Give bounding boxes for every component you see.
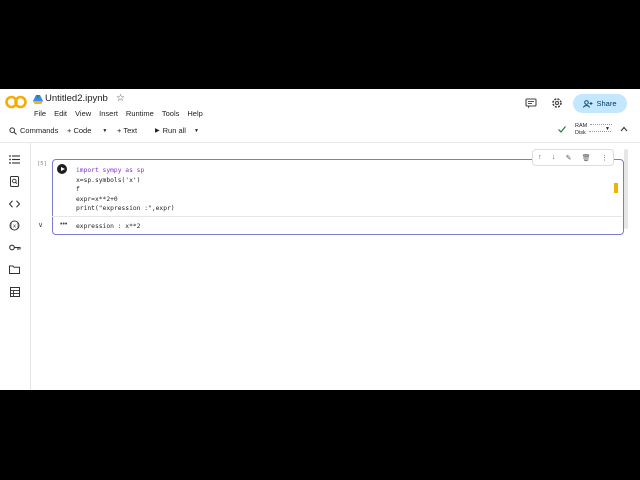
- notebook-title[interactable]: Untitled2.ipynb: [45, 93, 108, 104]
- collapse-header-icon[interactable]: [620, 126, 628, 132]
- code-line-1: import sympy as sp: [76, 167, 145, 174]
- commands-button[interactable]: Commands: [9, 126, 58, 135]
- code-editor[interactable]: import sympy as sp x=sp.symbols('x') f e…: [76, 166, 175, 214]
- menu-help[interactable]: Help: [187, 109, 202, 118]
- output-actions-icon[interactable]: •••: [60, 221, 67, 228]
- secrets-key-icon[interactable]: [8, 241, 21, 254]
- colab-window: Untitled2.ipynb ☆ File Edit View Insert …: [0, 89, 640, 390]
- share-label: Share: [596, 99, 617, 108]
- people-icon: [583, 99, 593, 108]
- move-up-icon[interactable]: ↑: [538, 154, 542, 161]
- disk-label: Disk: [575, 130, 586, 136]
- files-folder-icon[interactable]: [8, 263, 21, 276]
- add-text-button[interactable]: + Text: [117, 126, 137, 135]
- menu-bar: File Edit View Insert Runtime Tools Help: [34, 109, 203, 118]
- run-all-label: Run all: [162, 126, 186, 135]
- vertical-scrollbar[interactable]: [624, 149, 628, 229]
- add-text-label: + Text: [117, 126, 138, 135]
- connected-check-icon: [558, 126, 566, 133]
- commands-label: Commands: [20, 126, 59, 135]
- find-replace-icon[interactable]: [8, 175, 21, 188]
- star-icon[interactable]: ☆: [116, 93, 125, 104]
- code-snippets-icon[interactable]: [8, 197, 21, 210]
- scrollbar-marker: [614, 183, 618, 193]
- cell-output: expression : x**2: [76, 223, 141, 230]
- disk-bar: [588, 130, 611, 135]
- data-table-icon[interactable]: [8, 285, 21, 298]
- ram-disk-indicator[interactable]: RAM Disk: [575, 123, 613, 137]
- code-line-5: print("expression :",expr): [76, 205, 175, 213]
- menu-file[interactable]: File: [34, 109, 46, 118]
- share-button[interactable]: Share: [573, 94, 627, 113]
- menu-insert[interactable]: Insert: [99, 109, 118, 118]
- table-of-contents-icon[interactable]: [8, 153, 21, 166]
- search-icon: [9, 126, 17, 135]
- collapse-output-chevron-icon[interactable]: ∨: [38, 221, 43, 229]
- left-sidebar: {x}: [0, 143, 31, 390]
- edit-pen-icon[interactable]: ✎: [566, 154, 572, 162]
- svg-text:{x}: {x}: [9, 224, 19, 230]
- delete-icon[interactable]: 🗑: [582, 154, 591, 162]
- run-all-button[interactable]: ▶ Run all ▼: [155, 126, 199, 135]
- more-options-icon[interactable]: ⋮: [601, 154, 608, 162]
- colab-logo[interactable]: [5, 95, 27, 109]
- output-divider: [52, 216, 622, 217]
- chevron-down-icon[interactable]: ▼: [194, 128, 199, 134]
- ram-bar: [590, 123, 613, 128]
- move-down-icon[interactable]: ↓: [552, 154, 556, 161]
- drive-icon: [33, 95, 43, 104]
- toolbar: Commands + Code ▼ + Text ▶ Run all ▼ ▼: [0, 124, 640, 138]
- add-code-button[interactable]: + Code ▼: [67, 126, 107, 135]
- menu-tools[interactable]: Tools: [162, 109, 180, 118]
- ram-label: RAM: [575, 123, 588, 129]
- chevron-down-icon[interactable]: ▼: [102, 128, 107, 134]
- play-icon: ▶: [155, 128, 160, 134]
- menu-runtime[interactable]: Runtime: [126, 109, 154, 118]
- cell-toolbar: ↑ ↓ ✎ 🗑 ⋮: [532, 149, 614, 166]
- variables-icon[interactable]: {x}: [8, 219, 21, 232]
- comment-icon[interactable]: [524, 96, 538, 110]
- settings-gear-icon[interactable]: [550, 96, 564, 110]
- code-line-2: x=sp.symbols('x'): [76, 176, 141, 184]
- menu-view[interactable]: View: [75, 109, 91, 118]
- toolbar-divider: [0, 142, 640, 143]
- code-line: import sympy as sp: [76, 167, 144, 174]
- code-line-3: f: [76, 186, 80, 194]
- menu-edit[interactable]: Edit: [54, 109, 67, 118]
- add-code-label: + Code: [67, 126, 92, 135]
- run-cell-button[interactable]: [57, 164, 67, 174]
- code-line-4: expr=x**2+0: [76, 195, 118, 203]
- execution-count: [5]: [37, 161, 47, 167]
